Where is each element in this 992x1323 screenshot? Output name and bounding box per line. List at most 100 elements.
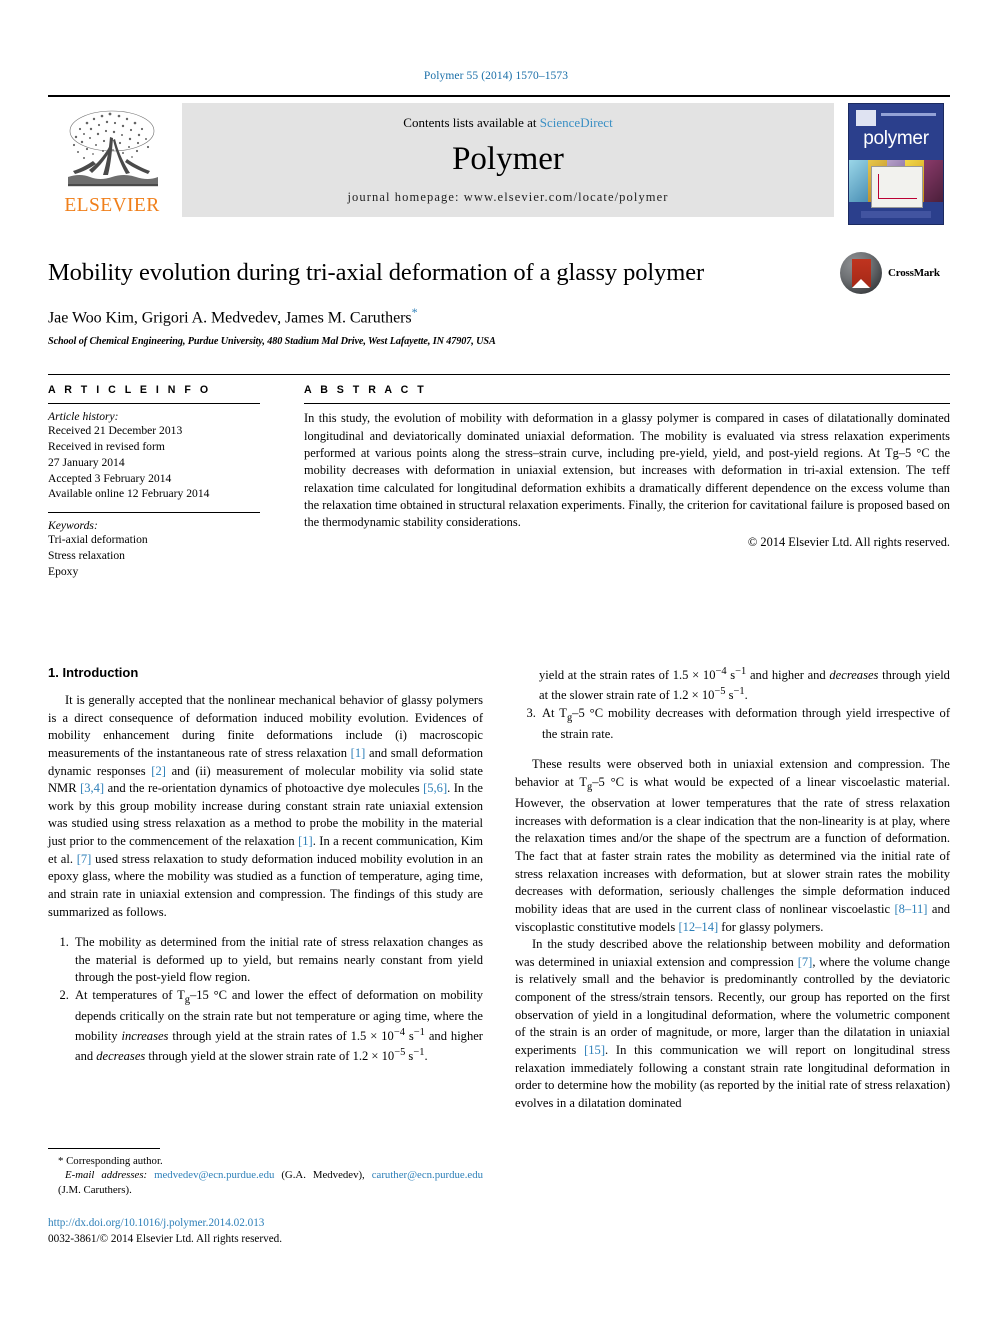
text-run: , where the volume change is relatively …: [515, 954, 950, 1057]
text-run: and the re-orientation dynamics of photo…: [104, 781, 424, 796]
history-online: Available online 12 February 2014: [48, 487, 210, 501]
journal-banner: Contents lists available at ScienceDirec…: [182, 103, 834, 217]
email-label: E-mail addresses:: [65, 1169, 148, 1182]
page-title: Mobility evolution during tri-axial defo…: [48, 259, 705, 286]
email-addresses-note: E-mail addresses: medvedev@ecn.purdue.ed…: [48, 1168, 483, 1197]
list-item: At temperatures of Tg–15 °C and lower th…: [72, 987, 483, 1065]
superscript: −1: [413, 1046, 425, 1058]
cover-inset-figure: [871, 166, 923, 208]
text-run: –5 °C is what would be expected of a lin…: [515, 775, 950, 916]
citation-ref[interactable]: [7]: [798, 955, 813, 969]
citation-ref[interactable]: [5,6]: [423, 781, 447, 795]
citation-ref[interactable]: [8–11]: [894, 902, 927, 916]
footnote-block: * Corresponding author. E-mail addresses…: [48, 1148, 483, 1248]
crossmark-icon: [840, 252, 882, 294]
article-page: Polymer 55 (2014) 1570–1573 ELSEVIER Con…: [0, 0, 992, 1323]
emphasis: increases: [121, 1028, 169, 1043]
citation-ref[interactable]: [12–14]: [678, 920, 718, 934]
text-run: The mobility as determined from the init…: [75, 935, 483, 985]
text-run: (J.M. Caruthers).: [58, 1183, 132, 1196]
findings-list-item3: At Tg–5 °C mobility decreases with defor…: [515, 705, 950, 744]
elsevier-tree-icon: [68, 110, 158, 186]
article-info-heading: A R T I C L E I N F O: [48, 384, 212, 397]
superscript: −5: [394, 1046, 406, 1058]
affiliation: School of Chemical Engineering, Purdue U…: [48, 336, 496, 348]
text-run: yield at the strain rates of 1.5 × 10−4 …: [539, 666, 950, 702]
history-accepted: Accepted 3 February 2014: [48, 471, 172, 485]
contents-available-line: Contents lists available at ScienceDirec…: [403, 115, 612, 131]
history-revised-date: 27 January 2014: [48, 455, 125, 469]
journal-homepage[interactable]: journal homepage: www.elsevier.com/locat…: [347, 190, 668, 205]
author-list: Jae Woo Kim, Grigori A. Medvedev, James …: [48, 305, 950, 327]
emphasis: decreases: [96, 1048, 146, 1063]
email-link-caruthers[interactable]: caruther@ecn.purdue.edu: [372, 1169, 483, 1181]
text-run: for glassy polymers.: [718, 919, 824, 934]
crossmark-badge[interactable]: CrossMark: [840, 251, 950, 295]
section-heading-introduction: 1. Introduction: [48, 665, 139, 680]
citation-ref[interactable]: [1]: [351, 746, 366, 760]
citation-ref[interactable]: [7]: [77, 852, 92, 866]
author-names: Jae Woo Kim, Grigori A. Medvedev, James …: [48, 309, 412, 327]
keyword-item: Stress relaxation: [48, 548, 125, 562]
paragraph-intro-3: In the study described above the relatio…: [515, 936, 950, 1112]
abstract-column: A B S T R A C T In this study, the evolu…: [304, 384, 950, 579]
article-info-rule: [48, 403, 260, 405]
abstract-copyright: © 2014 Elsevier Ltd. All rights reserved…: [747, 534, 950, 549]
text-run: At temperatures of T: [75, 988, 185, 1002]
paragraph-intro-2: These results were observed both in unia…: [515, 756, 950, 936]
citation-ref[interactable]: [1]: [298, 834, 313, 848]
article-info-column: A R T I C L E I N F O Article history: R…: [48, 384, 260, 579]
text-run: used stress relaxation to study deformat…: [48, 851, 483, 919]
keywords-rule: [48, 512, 260, 514]
paragraph-intro-1: It is generally accepted that the nonlin…: [48, 692, 483, 921]
text-run: through yield at the slower strain rate …: [145, 1048, 395, 1063]
corresponding-author-note: * Corresponding author.: [58, 1155, 163, 1167]
keyword-item: Epoxy: [48, 564, 79, 578]
cover-top-bar: [881, 113, 936, 116]
corresponding-author-marker: *: [411, 304, 418, 319]
article-history-label: Article history:: [48, 410, 119, 424]
paragraph-finding2-continued: yield at the strain rates of 1.5 × 10−4 …: [539, 665, 950, 705]
citation-ref[interactable]: [3,4]: [80, 781, 104, 795]
left-column: 1. Introduction It is generally accepted…: [48, 665, 483, 1065]
journal-cover-image: polymer: [848, 103, 944, 225]
issn-copyright: 0032-3861/© 2014 Elsevier Ltd. All right…: [48, 1232, 283, 1245]
text-run: through yield at the strain rates of 1.5…: [168, 1028, 394, 1043]
cover-publisher-mark: [856, 110, 876, 126]
list-item: At Tg–5 °C mobility decreases with defor…: [539, 705, 950, 744]
history-received: Received 21 December 2013: [48, 424, 183, 438]
findings-list: The mobility as determined from the init…: [48, 934, 483, 1065]
citation-ref[interactable]: [2]: [151, 764, 166, 778]
elsevier-wordmark: ELSEVIER: [64, 194, 160, 216]
footnote-rule: [48, 1148, 160, 1149]
citation-ref[interactable]: [15]: [584, 1043, 605, 1057]
title-area: Mobility evolution during tri-axial defo…: [48, 252, 950, 348]
text-run: At T: [542, 705, 567, 720]
cover-footer-bar: [861, 211, 931, 218]
superscript: −1: [413, 1026, 425, 1038]
doi-block: http://dx.doi.org/10.1016/j.polymer.2014…: [48, 1216, 483, 1248]
text-run: (G.A. Medvedev),: [274, 1169, 372, 1182]
journal-cover: polymer: [842, 103, 950, 225]
abstract-heading: A B S T R A C T: [304, 384, 427, 397]
contents-prefix: Contents lists available at: [403, 115, 540, 130]
journal-title: Polymer: [452, 141, 564, 177]
list-item: The mobility as determined from the init…: [72, 934, 483, 987]
info-abstract-block: A R T I C L E I N F O Article history: R…: [48, 374, 950, 579]
keyword-item: Tri-axial deformation: [48, 533, 148, 547]
crossmark-label: CrossMark: [888, 267, 940, 279]
sciencedirect-link[interactable]: ScienceDirect: [540, 115, 613, 130]
abstract-rule: [304, 403, 950, 405]
superscript: −4: [393, 1026, 405, 1038]
doi-link[interactable]: http://dx.doi.org/10.1016/j.polymer.2014…: [48, 1217, 264, 1229]
right-column-content: yield at the strain rates of 1.5 × 10−4 …: [515, 665, 950, 1112]
keywords-label: Keywords:: [48, 519, 98, 533]
cover-title-text: polymer: [863, 128, 929, 149]
history-revised: Received in revised form: [48, 440, 165, 453]
text-run: s: [404, 1028, 414, 1043]
elsevier-logo: ELSEVIER: [48, 103, 176, 217]
abstract-text: In this study, the evolution of mobility…: [304, 411, 950, 530]
journal-masthead: ELSEVIER Contents lists available at Sci…: [48, 95, 950, 225]
email-link-medvedev[interactable]: medvedev@ecn.purdue.edu: [154, 1169, 274, 1181]
running-head: Polymer 55 (2014) 1570–1573: [423, 70, 569, 82]
